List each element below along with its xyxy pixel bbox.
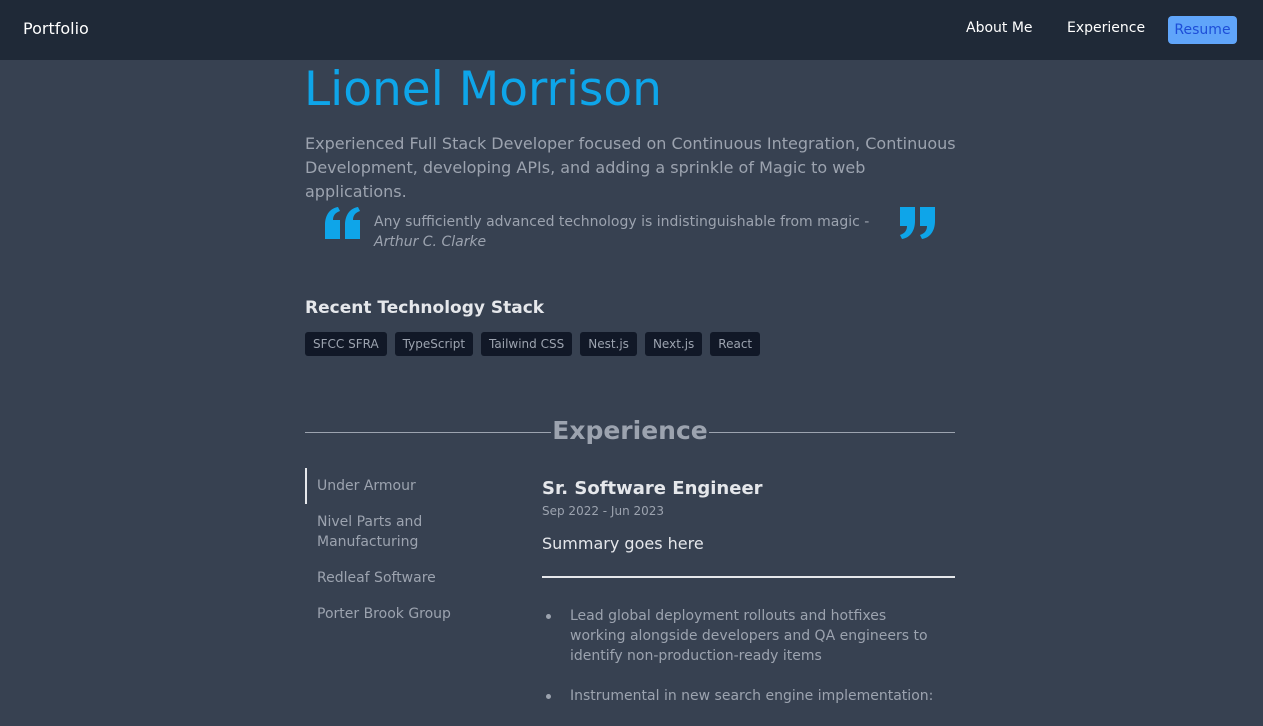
- tech-tag: TypeScript: [394, 332, 474, 356]
- tech-tag: Tailwind CSS: [481, 332, 573, 356]
- company-tab-list: Under Armour Nivel Parts and Manufacturi…: [305, 468, 505, 632]
- top-navbar: Portfolio About Me Experience Resume: [0, 0, 1263, 60]
- quote-close-icon: [900, 207, 935, 239]
- intro-text: Experienced Full Stack Developer focused…: [305, 134, 956, 201]
- quote-text: Any sufficiently advanced technology is …: [374, 214, 870, 230]
- company-tab-under-armour[interactable]: Under Armour: [305, 468, 505, 504]
- job-title: Sr. Software Engineer: [542, 478, 763, 499]
- quote-block: Any sufficiently advanced technology is …: [374, 212, 874, 252]
- job-divider: [542, 576, 955, 578]
- brand-link[interactable]: Portfolio: [23, 19, 89, 38]
- stack-heading: Recent Technology Stack: [305, 298, 545, 318]
- job-bullet: Lead global deployment rollouts and hotf…: [546, 606, 940, 666]
- tech-stack-tags: SFCC SFRA TypeScript Tailwind CSS Nest.j…: [305, 332, 761, 356]
- tech-tag: Nest.js: [580, 332, 637, 356]
- nav-about-me[interactable]: About Me: [966, 20, 1033, 36]
- job-bullets: Lead global deployment rollouts and hotf…: [546, 606, 940, 726]
- company-tab-redleaf[interactable]: Redleaf Software: [305, 560, 505, 596]
- company-tab-nivel[interactable]: Nivel Parts and Manufacturing: [305, 504, 505, 560]
- quote-author: Arthur C. Clarke: [374, 234, 487, 250]
- tech-tag: React: [710, 332, 761, 356]
- job-dates: Sep 2022 - Jun 2023: [542, 504, 665, 518]
- nav-experience[interactable]: Experience: [1067, 20, 1145, 36]
- experience-divider-right: [709, 432, 955, 433]
- experience-heading: Experience: [552, 416, 708, 445]
- quote-open-icon: [325, 207, 360, 239]
- job-bullet: Instrumental in new search engine implem…: [546, 686, 940, 706]
- job-summary: Summary goes here: [542, 534, 704, 553]
- company-tab-porter-brook[interactable]: Porter Brook Group: [305, 596, 505, 632]
- tech-tag: SFCC SFRA: [305, 332, 387, 356]
- profile-name: Lionel Morrison: [304, 62, 662, 117]
- tech-tag: Next.js: [644, 332, 703, 356]
- experience-divider-left: [305, 432, 551, 433]
- resume-button[interactable]: Resume: [1168, 16, 1237, 44]
